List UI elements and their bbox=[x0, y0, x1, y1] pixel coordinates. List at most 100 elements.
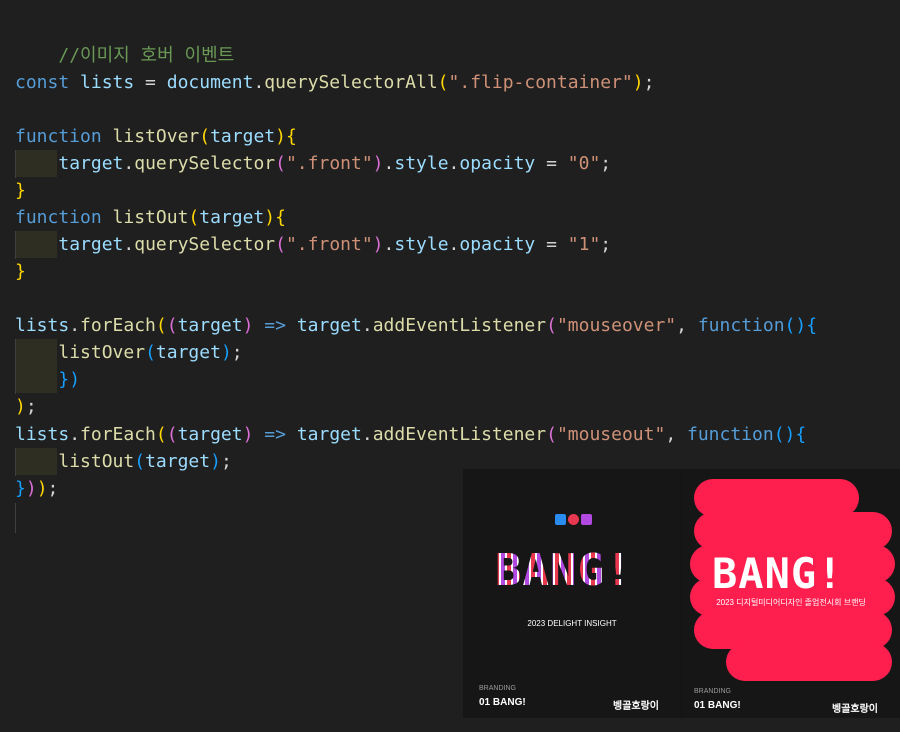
paren-token: ( bbox=[275, 234, 286, 255]
brace-token: } bbox=[15, 261, 26, 282]
param-token: target bbox=[177, 424, 243, 445]
paren-token: ) bbox=[242, 424, 254, 445]
bang-logo-white: BANG! bbox=[712, 549, 844, 598]
string-token: ".front" bbox=[285, 153, 373, 174]
string-token: "0" bbox=[567, 153, 601, 174]
param-token: target bbox=[177, 315, 243, 336]
category-label: BRANDING bbox=[479, 685, 516, 692]
code-line-const[interactable]: const lists = document.querySelectorAll(… bbox=[15, 69, 654, 96]
code-line-function-listover[interactable]: function listOver(target){ bbox=[15, 123, 297, 150]
code-line-queryselector-0[interactable]: target.querySelector(".front").style.opa… bbox=[15, 150, 611, 177]
variable-token: lists bbox=[15, 315, 70, 336]
code-line-call-listout[interactable]: listOut(target); bbox=[15, 448, 231, 475]
paren-token: ) bbox=[372, 153, 384, 174]
pixel-blue-icon bbox=[555, 514, 566, 525]
function-name-token: listOut bbox=[112, 207, 189, 228]
paren-token: ( bbox=[437, 72, 449, 93]
pixel-red-icon bbox=[568, 514, 579, 525]
string-token: ".flip-container" bbox=[448, 72, 633, 93]
code-line-call-listover[interactable]: listOver(target); bbox=[15, 339, 242, 366]
arrow-token: => bbox=[264, 424, 286, 445]
function-token: querySelector bbox=[134, 153, 276, 174]
function-token: listOut bbox=[58, 451, 135, 472]
paren-token: ( bbox=[275, 153, 286, 174]
thumb-subtitle: 2023 DELIGHT INSIGHT bbox=[527, 619, 617, 628]
code-line-function-listout[interactable]: function listOut(target){ bbox=[15, 204, 286, 231]
paren-token: (){ bbox=[784, 315, 818, 336]
function-name-token: listOver bbox=[112, 126, 200, 147]
arg-token: target bbox=[145, 451, 211, 472]
keyword-token: function bbox=[15, 207, 102, 228]
keyword-token: const bbox=[15, 72, 70, 93]
function-token: forEach bbox=[80, 315, 156, 336]
pixel-icons bbox=[555, 514, 592, 525]
code-line-comment[interactable]: //이미지 호버 이벤트 bbox=[15, 15, 234, 66]
flip-card-back[interactable]: BANG! 2023 디지털미디어디자인 졸업전시회 브랜딩 BRANDING … bbox=[682, 469, 900, 718]
paren-token: ( bbox=[199, 126, 211, 147]
string-token: ".front" bbox=[285, 234, 373, 255]
team-name: 벵골호랑이 bbox=[832, 704, 878, 715]
brace-token: }) bbox=[58, 369, 81, 390]
paren-token: ( bbox=[166, 424, 178, 445]
team-name: 벵골호랑이 bbox=[613, 701, 659, 712]
code-line-close-all[interactable]: })); bbox=[15, 475, 58, 502]
paren-token: (){ bbox=[773, 424, 807, 445]
category-label: BRANDING bbox=[694, 688, 731, 695]
code-line-close[interactable]: } bbox=[15, 177, 26, 204]
code-line-queryselector-1[interactable]: target.querySelector(".front").style.opa… bbox=[15, 231, 611, 258]
keyword-token: function bbox=[697, 315, 785, 336]
bang-logo-pixel: BANG! bbox=[495, 545, 633, 596]
code-line-foreach-mouseover[interactable]: lists.forEach((target) => target.addEven… bbox=[15, 312, 817, 339]
paren-token: ) bbox=[242, 315, 254, 336]
arg-token: target bbox=[155, 342, 221, 363]
paren-token: ( bbox=[188, 207, 200, 228]
function-token: querySelector bbox=[134, 234, 276, 255]
param-token: target bbox=[199, 207, 265, 228]
function-token: addEventListener bbox=[372, 424, 547, 445]
variable-token: target bbox=[58, 234, 124, 255]
function-token: forEach bbox=[80, 424, 156, 445]
flip-preview-panel: BANG! 2023 DELIGHT INSIGHT BRANDING 01 B… bbox=[463, 469, 900, 718]
project-title: 01 BANG! bbox=[694, 700, 741, 711]
variable-token: lists bbox=[15, 424, 70, 445]
code-line-close[interactable]: } bbox=[15, 258, 26, 285]
string-token: "1" bbox=[567, 234, 601, 255]
object-token: document bbox=[166, 72, 254, 93]
function-token: addEventListener bbox=[372, 315, 547, 336]
comment-token: //이미지 호버 이벤트 bbox=[58, 45, 235, 66]
variable-token: target bbox=[58, 153, 124, 174]
paren-token: ){ bbox=[264, 207, 286, 228]
brace-token: } bbox=[15, 478, 26, 499]
property-token: style bbox=[394, 153, 449, 174]
param-token: target bbox=[210, 126, 276, 147]
thumb-subtitle: 2023 디지털미디어디자인 졸업전시회 브랜딩 bbox=[716, 598, 866, 607]
code-line-foreach-mouseout[interactable]: lists.forEach((target) => target.addEven… bbox=[15, 421, 806, 448]
code-line-close-foreach[interactable]: ); bbox=[15, 393, 37, 420]
operator-token: = bbox=[134, 72, 167, 93]
indent-guide bbox=[15, 503, 16, 533]
paren-token: ( bbox=[546, 315, 557, 336]
paren-token: ){ bbox=[275, 126, 297, 147]
variable-token: target bbox=[296, 315, 362, 336]
paren-token: ( bbox=[546, 424, 557, 445]
paren-token: ) bbox=[15, 396, 26, 417]
variable-token: target bbox=[296, 424, 362, 445]
arrow-token: => bbox=[264, 315, 286, 336]
property-token: opacity bbox=[459, 153, 536, 174]
string-token: "mouseout" bbox=[556, 424, 666, 445]
code-line-close-callback[interactable]: }) bbox=[15, 366, 80, 393]
paren-token: ) bbox=[372, 234, 384, 255]
paren-token: ( bbox=[166, 315, 178, 336]
string-token: "mouseover" bbox=[556, 315, 677, 336]
function-token: listOver bbox=[58, 342, 146, 363]
paren-token: ( bbox=[155, 424, 167, 445]
property-token: style bbox=[394, 234, 449, 255]
brace-token: } bbox=[15, 180, 26, 201]
dot-token: . bbox=[253, 72, 265, 93]
variable-token: lists bbox=[80, 72, 135, 93]
flip-card-front[interactable]: BANG! 2023 DELIGHT INSIGHT BRANDING 01 B… bbox=[463, 469, 681, 718]
paren-token: ) bbox=[36, 478, 48, 499]
keyword-token: function bbox=[15, 126, 102, 147]
paren-token: ) bbox=[210, 451, 221, 472]
pixel-purple-icon bbox=[581, 514, 592, 525]
